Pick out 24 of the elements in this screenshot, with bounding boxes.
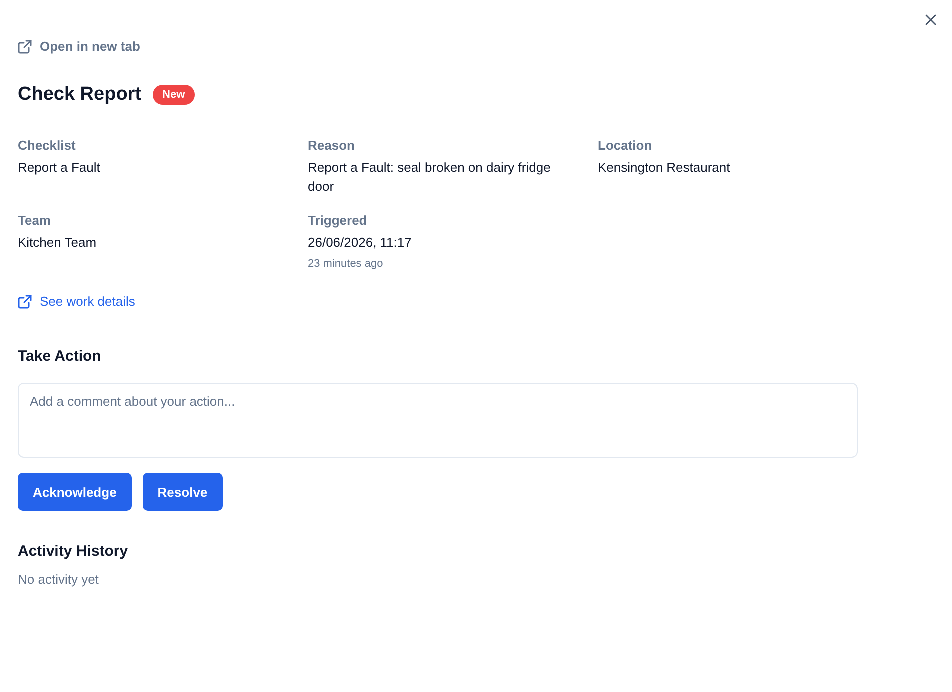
field-label: Location [598, 137, 652, 155]
section-title: Take Action [18, 347, 102, 367]
field-label: Checklist [18, 137, 76, 155]
external-link-icon [18, 40, 32, 54]
field-value: Kensington Restaurant [598, 159, 730, 177]
field-label: Triggered [308, 212, 368, 230]
open-in-new-tab-link[interactable]: Open in new tab [18, 38, 140, 56]
field-value: Report a Fault [18, 159, 100, 177]
field-value: 26/06/2026, 11:17 [308, 234, 412, 252]
field-value: Report a Fault: seal broken on dairy fridge door [308, 159, 552, 196]
relative-time: 23 minutes ago [308, 257, 384, 272]
acknowledge-button[interactable]: Acknowledge [18, 473, 132, 511]
resolve-button[interactable]: Resolve [142, 473, 223, 511]
empty-state-text: No activity yet [18, 571, 99, 589]
section-title: Activity History [18, 542, 128, 562]
report-title: Check Report [18, 83, 142, 107]
field-label: Reason [308, 137, 355, 155]
see-work-details-link[interactable]: See work details [18, 293, 136, 311]
status-badge: New [152, 85, 196, 105]
external-link-icon [18, 295, 32, 309]
field-label: Team [18, 212, 51, 230]
comment-field[interactable]: Add a comment about your action... [18, 383, 858, 458]
field-value: Kitchen Team [18, 234, 97, 252]
close-button[interactable] [923, 12, 939, 28]
